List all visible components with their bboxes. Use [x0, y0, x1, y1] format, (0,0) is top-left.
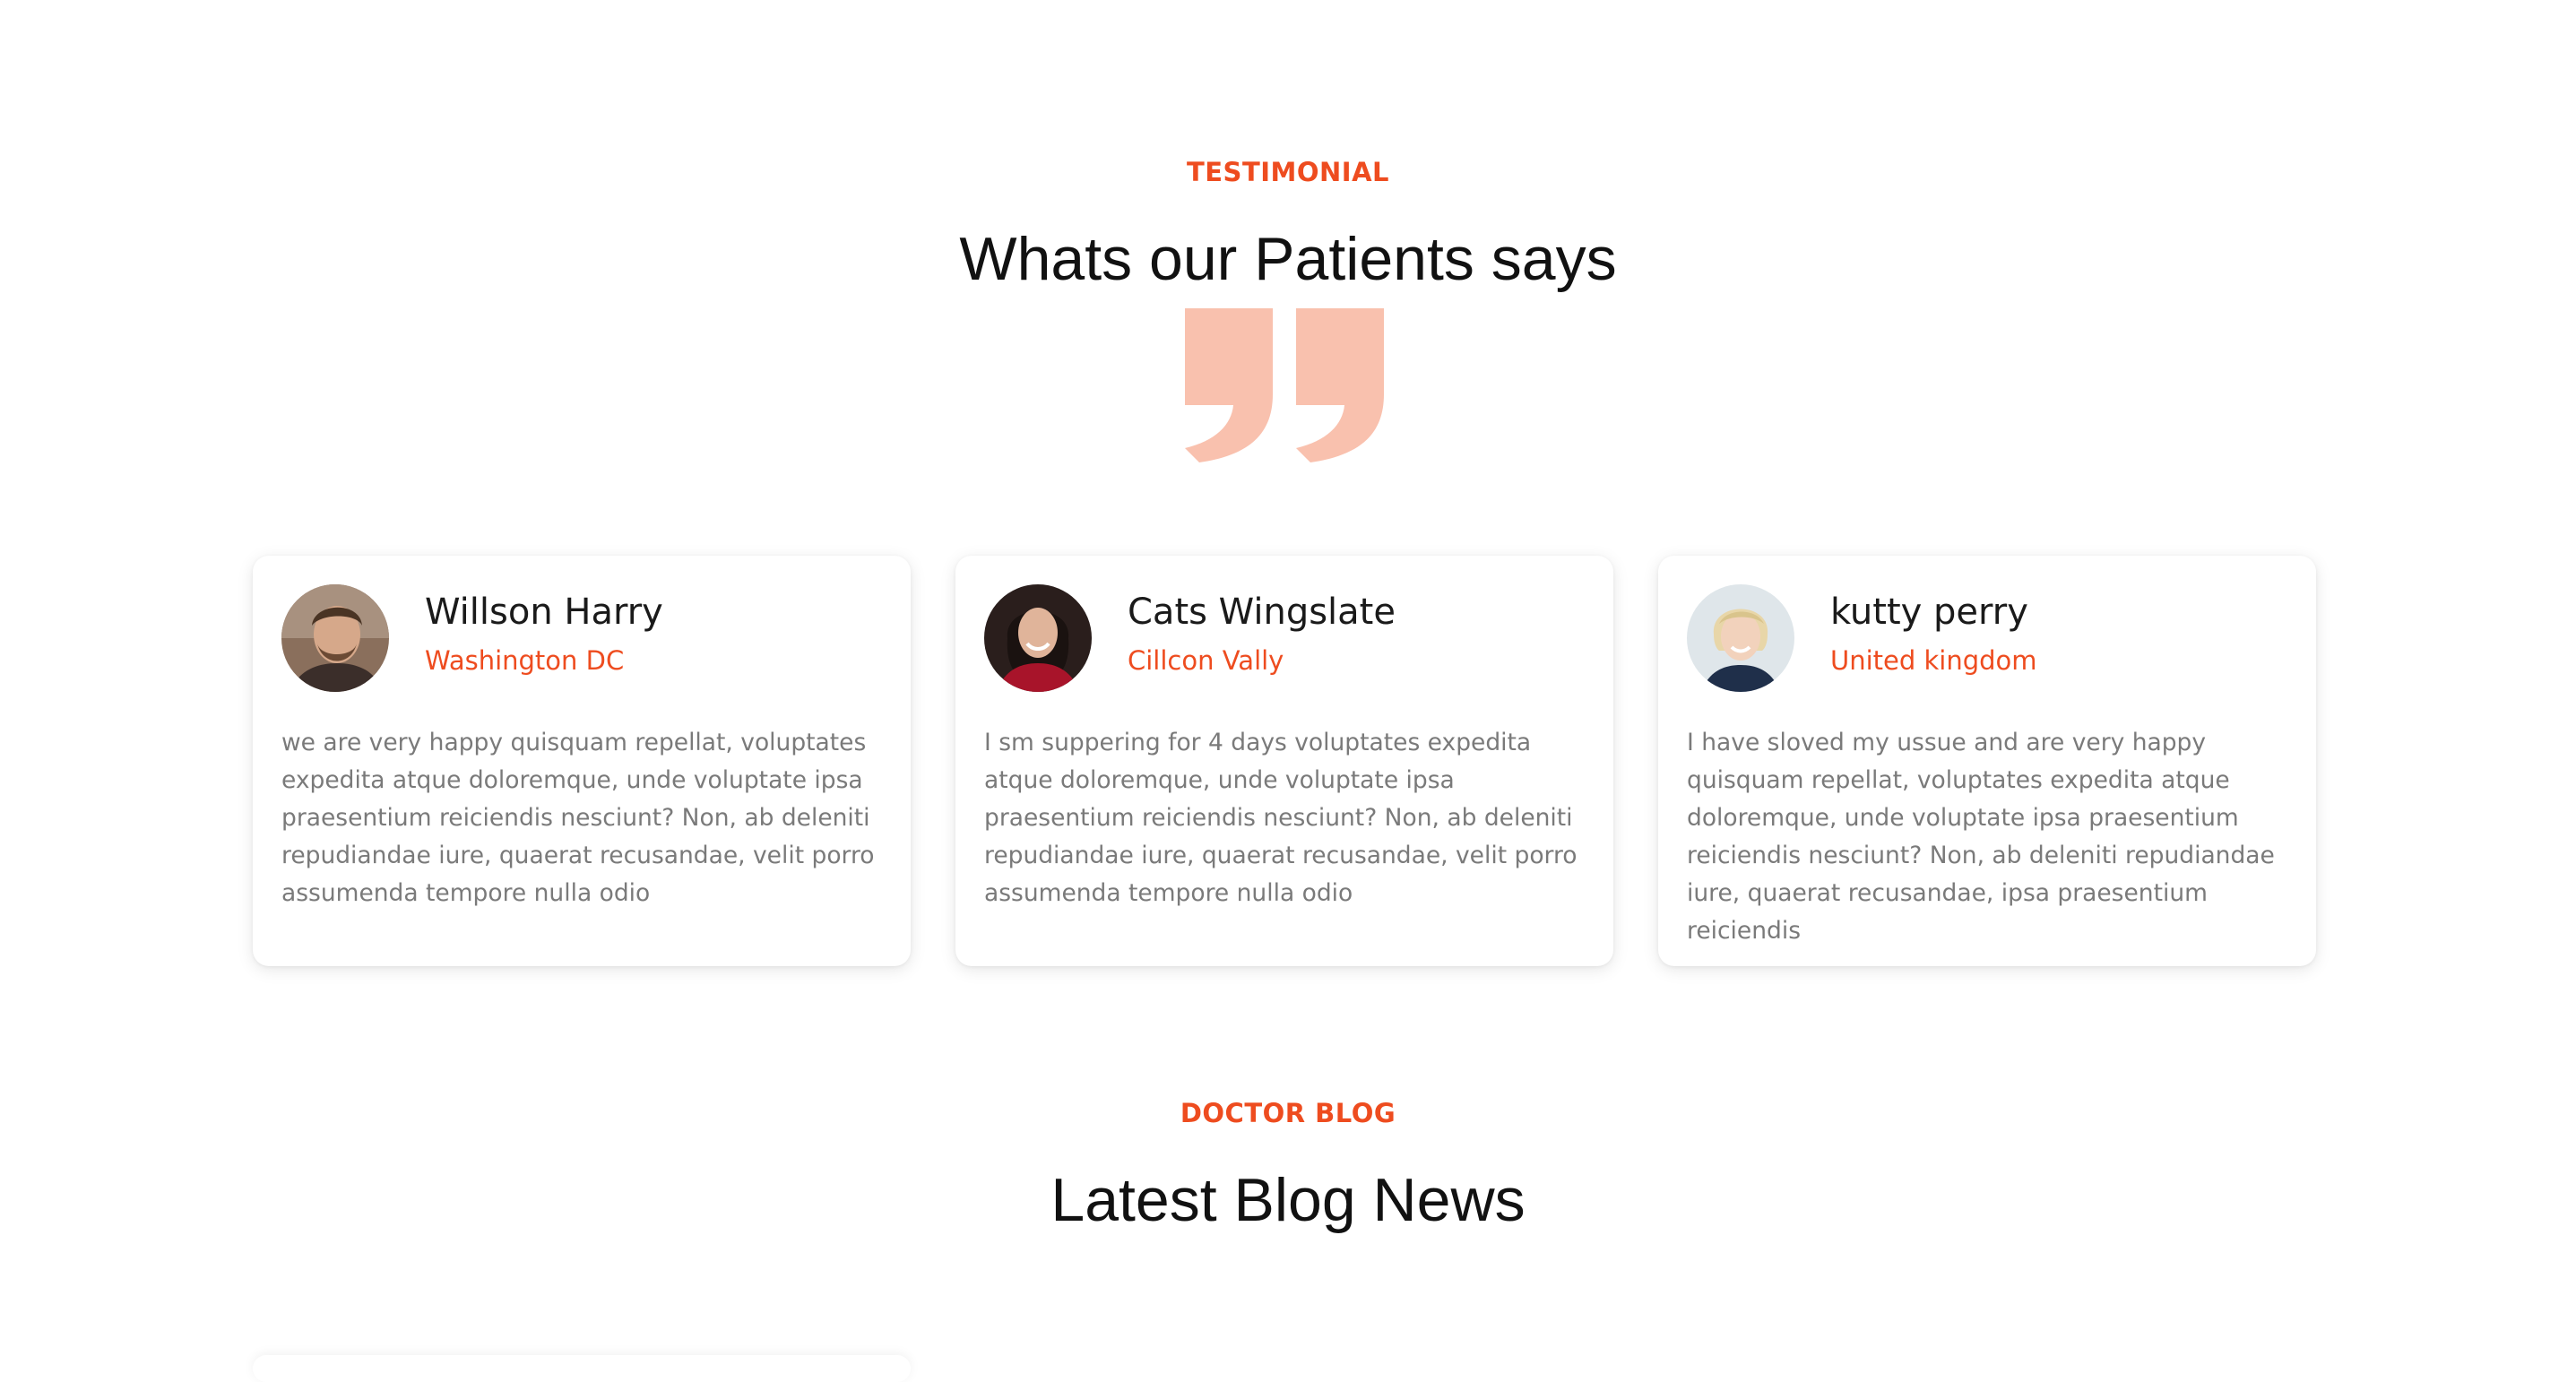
testimonial-eyebrow: TESTIMONIAL: [1186, 157, 1390, 187]
testimonial-card: Cats Wingslate Cillcon Vally I sm supper…: [955, 556, 1613, 966]
blog-heading: Latest Blog News: [1050, 1166, 1526, 1234]
avatar: [281, 584, 389, 692]
testimonial-card: kutty perry United kingdom I have sloved…: [1658, 556, 2316, 966]
review-text: we are very happy quisquam repellat, vol…: [281, 729, 875, 907]
review-text: I have sloved my ussue and are very happ…: [1687, 729, 2275, 945]
review-text: I sm suppering for 4 days voluptates exp…: [984, 729, 1578, 907]
testimonial-cards: Willson Harry Washington DC we are very …: [253, 556, 2320, 968]
avatar: [984, 584, 1092, 692]
person-name: Willson Harry: [425, 592, 663, 633]
person-name: kutty perry: [1830, 592, 2028, 633]
quote-mark-icon: [1185, 308, 1387, 462]
blog-card-edge: [253, 1355, 911, 1382]
testimonial-card: Willson Harry Washington DC we are very …: [253, 556, 911, 966]
person-location: Cillcon Vally: [1128, 645, 1284, 676]
blog-eyebrow: DOCTOR BLOG: [1180, 1098, 1396, 1128]
person-location: United kingdom: [1830, 645, 2037, 676]
avatar: [1687, 584, 1794, 692]
person-name: Cats Wingslate: [1128, 592, 1396, 633]
person-location: Washington DC: [425, 645, 625, 676]
testimonial-heading: Whats our Patients says: [959, 225, 1617, 293]
